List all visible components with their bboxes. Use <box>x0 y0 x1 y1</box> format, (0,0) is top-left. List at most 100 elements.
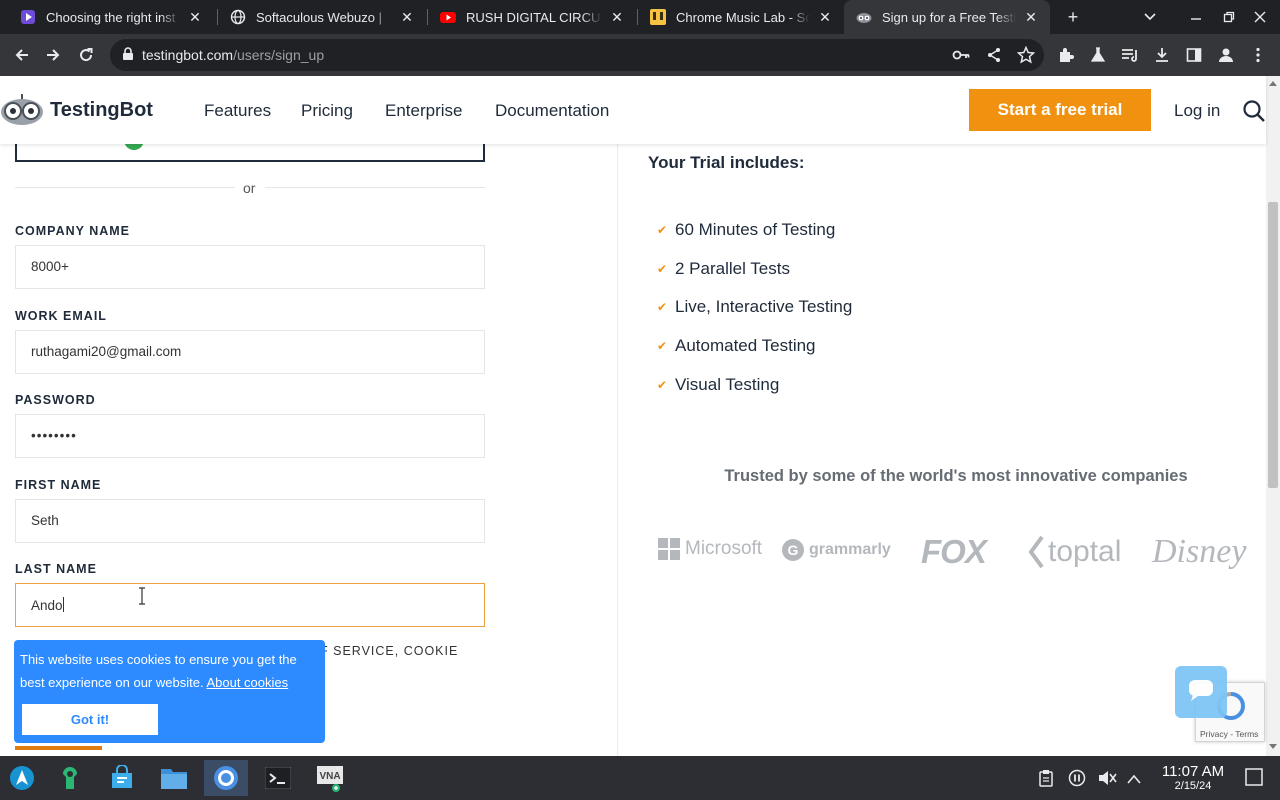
download-icon[interactable] <box>1148 41 1176 69</box>
company-name-input[interactable]: 8000+ <box>15 245 485 289</box>
check-icon: ✔ <box>657 339 668 353</box>
clock-date[interactable]: 2/15/24 <box>1150 780 1236 792</box>
grammarly-logo: G grammarly <box>781 538 891 562</box>
tab-sign-up[interactable]: Sign up for a Free Testi ✕ <box>844 0 1050 34</box>
media-pause-icon[interactable] <box>1068 769 1086 792</box>
brand-name: TestingBot <box>50 98 153 121</box>
globe-icon <box>230 9 246 25</box>
site-navbar: TestingBot Features Pricing Enterprise D… <box>0 76 1266 144</box>
cookie-accept-button[interactable]: Got it! <box>22 704 158 735</box>
tab-chrome-music-lab[interactable]: Chrome Music Lab - So ✕ <box>638 0 844 34</box>
close-tab-icon[interactable]: ✕ <box>608 8 626 26</box>
lock-icon[interactable] <box>122 47 134 66</box>
trial-heading: Your Trial includes: <box>648 153 805 172</box>
address-bar[interactable]: testingbot.com/users/sign_up <box>110 39 1044 71</box>
tab-search-icon[interactable] <box>1138 5 1162 29</box>
bookmark-star-icon[interactable] <box>1016 45 1036 69</box>
search-icon[interactable] <box>1242 99 1266 128</box>
file-manager-icon[interactable] <box>154 760 194 796</box>
svg-text:VNA: VNA <box>319 771 340 782</box>
ibeam-cursor-icon <box>138 587 146 610</box>
tray-expand-icon[interactable] <box>1127 771 1141 789</box>
close-tab-icon[interactable]: ✕ <box>1022 8 1040 26</box>
restore-icon[interactable] <box>1217 5 1241 29</box>
trial-feature: ✔ Automated Testing <box>657 336 816 356</box>
close-tab-icon[interactable]: ✕ <box>398 8 416 26</box>
testingbot-icon <box>856 9 872 25</box>
work-email-label: WORK EMAIL <box>15 309 107 323</box>
forward-icon[interactable] <box>39 41 67 69</box>
recaptcha-links[interactable]: Privacy - Terms <box>1200 729 1258 739</box>
nav-documentation[interactable]: Documentation <box>495 101 609 121</box>
terms-text: F SERVICE, COOKIE <box>320 644 459 658</box>
nav-enterprise[interactable]: Enterprise <box>385 101 462 121</box>
company-name-label: COMPANY NAME <box>15 224 131 238</box>
first-name-input[interactable]: Seth <box>15 499 485 543</box>
software-store-icon[interactable] <box>102 760 142 796</box>
feature-label: 2 Parallel Tests <box>675 259 790 278</box>
profile-icon[interactable] <box>1212 41 1240 69</box>
volume-muted-icon[interactable] <box>1097 769 1117 792</box>
last-name-text: Ando <box>31 598 63 613</box>
scrollbar-thumb[interactable] <box>1268 202 1278 488</box>
chat-bubble-icon <box>1188 678 1214 707</box>
page-viewport: or COMPANY NAME 8000+ WORK EMAIL ruthaga… <box>0 76 1280 756</box>
chrome-taskbar-icon[interactable] <box>204 760 248 796</box>
work-email-input[interactable]: ruthagami20@gmail.com <box>15 330 485 374</box>
nav-pricing[interactable]: Pricing <box>301 101 353 121</box>
terminal-icon[interactable] <box>258 760 298 796</box>
fox-logo: FOX <box>921 533 987 571</box>
back-icon[interactable] <box>8 41 36 69</box>
tab-title: Choosing the right inst <box>46 9 176 25</box>
tab-choosing[interactable]: Choosing the right inst ✕ <box>8 0 214 34</box>
side-panel-icon[interactable] <box>1180 41 1208 69</box>
signup-button-edge[interactable] <box>15 746 102 750</box>
lab-flask-icon[interactable] <box>1084 41 1112 69</box>
feature-label: Automated Testing <box>675 336 816 355</box>
nav-features[interactable]: Features <box>204 101 271 121</box>
reload-icon[interactable] <box>72 41 100 69</box>
purple-play-icon <box>20 9 36 25</box>
share-icon[interactable] <box>986 47 1002 68</box>
svg-text:G: G <box>788 542 799 558</box>
microsoft-wordmark: Microsoft <box>685 538 763 559</box>
show-desktop-icon[interactable] <box>1245 768 1263 791</box>
tab-title: Sign up for a Free Testi <box>882 9 1016 25</box>
close-tab-icon[interactable]: ✕ <box>186 8 204 26</box>
check-icon: ✔ <box>657 300 668 314</box>
system-settings-icon[interactable] <box>50 760 90 796</box>
disney-logo: Disney <box>1152 533 1246 571</box>
password-input[interactable]: •••••••• <box>15 414 485 458</box>
cookie-message: This website uses cookies to ensure you … <box>20 648 315 694</box>
last-name-input[interactable]: Ando <box>15 583 485 627</box>
key-icon[interactable] <box>952 47 970 68</box>
os-taskbar: VNA 11:07 AM 2/15/24 <box>0 756 1280 800</box>
close-window-icon[interactable] <box>1248 5 1272 29</box>
url-text[interactable]: testingbot.com/users/sign_up <box>142 47 324 63</box>
media-queue-icon[interactable] <box>1116 41 1144 69</box>
tab-strip: Choosing the right inst ✕ Softaculous We… <box>0 0 1280 34</box>
chat-widget-button[interactable] <box>1175 666 1227 718</box>
feature-label: 60 Minutes of Testing <box>675 220 836 239</box>
minimize-icon[interactable] <box>1184 5 1208 29</box>
app-launcher-icon[interactable] <box>2 760 42 796</box>
vnc-viewer-icon[interactable]: VNA <box>310 760 350 796</box>
testingbot-logo[interactable]: TestingBot <box>0 94 153 126</box>
start-free-trial-button[interactable]: Start a free trial <box>969 89 1151 131</box>
column-divider <box>617 144 618 756</box>
clock-time[interactable]: 11:07 AM <box>1150 763 1236 780</box>
login-link[interactable]: Log in <box>1174 101 1220 121</box>
url-host: testingbot.com <box>142 47 234 63</box>
tab-title: Softaculous Webuzo | <box>256 9 382 25</box>
extensions-icon[interactable] <box>1052 41 1080 69</box>
browser-toolbar: testingbot.com/users/sign_up <box>0 34 1280 76</box>
youtube-icon <box>440 9 456 25</box>
about-cookies-link[interactable]: About cookies <box>206 675 288 690</box>
menu-kebab-icon[interactable] <box>1244 41 1272 69</box>
clipboard-icon[interactable] <box>1039 769 1053 792</box>
close-tab-icon[interactable]: ✕ <box>816 8 834 26</box>
feature-label: Visual Testing <box>675 375 780 394</box>
new-tab-icon[interactable]: + <box>1061 5 1085 29</box>
tab-softaculous[interactable]: Softaculous Webuzo | ✕ <box>218 0 426 34</box>
tab-youtube[interactable]: RUSH DIGITAL CIRCUS ✕ <box>428 0 636 34</box>
